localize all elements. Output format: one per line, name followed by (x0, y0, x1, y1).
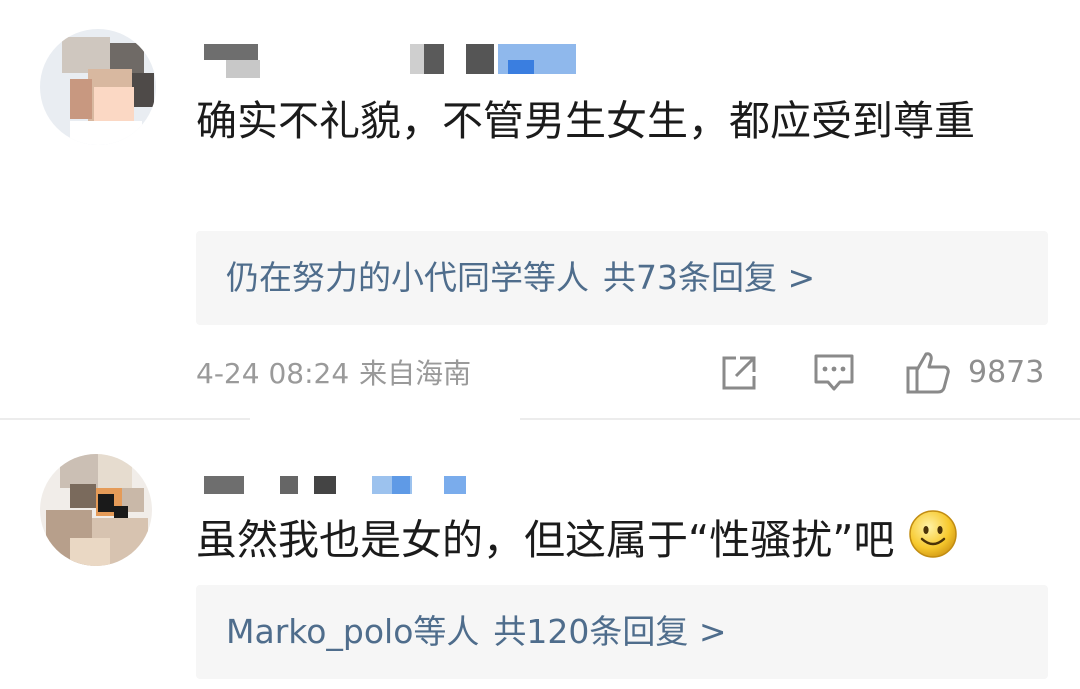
comment-2: 虽然我也是女的，但这属于“性骚扰”吧 Marko_polo等人 共120条回复 > (0, 420, 1080, 689)
comment-button[interactable] (812, 352, 856, 394)
like-icon (906, 352, 950, 394)
smile-emoji (908, 509, 958, 578)
reply-users: 仍在努力的小代同学等人 (226, 258, 589, 297)
share-icon (722, 356, 756, 390)
comment-text: 确实不礼貌，不管男生女生，都应受到尊重 (196, 97, 975, 145)
username-obscured[interactable] (204, 472, 504, 508)
comment-1: 确实不礼貌，不管男生女生，都应受到尊重 仍在努力的小代同学等人 共73条回复 > … (0, 0, 1080, 420)
location: 来自海南 (359, 357, 472, 390)
username-obscured[interactable] (204, 44, 584, 80)
avatar[interactable] (40, 29, 156, 145)
reply-count: 共73条回复 > (603, 258, 816, 297)
like-count: 9873 (968, 355, 1045, 390)
timestamp: 4-24 08:24 (196, 357, 350, 390)
reply-preview-link[interactable]: Marko_polo等人 共120条回复 > (226, 585, 727, 679)
like-button[interactable] (904, 348, 952, 396)
share-button[interactable] (718, 352, 760, 394)
avatar[interactable] (40, 454, 152, 566)
comment-icon (814, 354, 854, 391)
comment-text: 虽然我也是女的，但这属于“性骚扰”吧 (196, 507, 1026, 578)
comment-meta: 4-24 08:24 来自海南 (196, 354, 471, 394)
reply-preview[interactable]: Marko_polo等人 共120条回复 > (196, 585, 1048, 679)
reply-preview[interactable]: 仍在努力的小代同学等人 共73条回复 > (196, 231, 1048, 325)
reply-users: Marko_polo等人 (226, 612, 480, 651)
reply-preview-link[interactable]: 仍在努力的小代同学等人 共73条回复 > (226, 231, 815, 325)
reply-count: 共120条回复 > (493, 612, 727, 651)
comment-text-body: 虽然我也是女的，但这属于“性骚扰”吧 (196, 516, 895, 564)
